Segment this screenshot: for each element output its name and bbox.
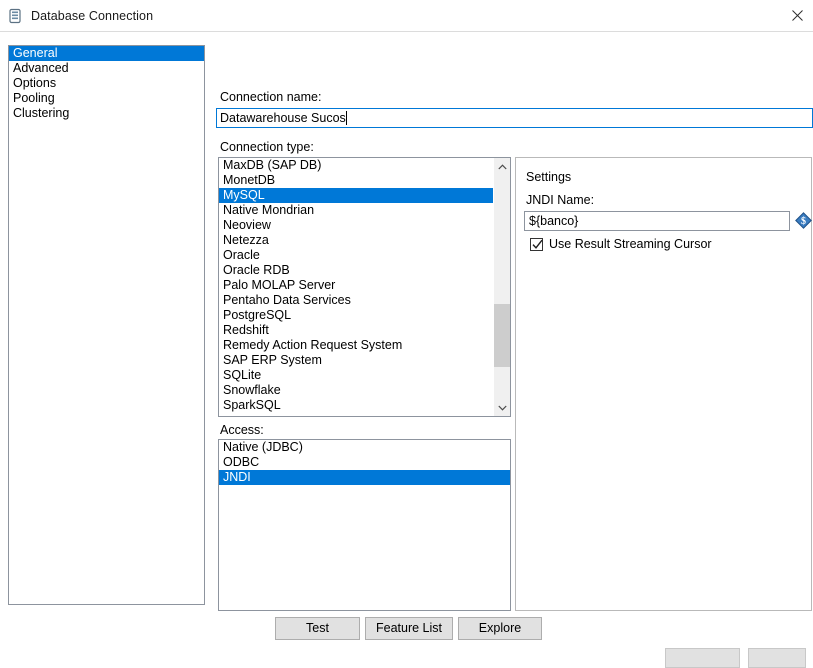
connection-type-item-label: Oracle xyxy=(223,248,260,262)
access-label: Access: xyxy=(220,423,264,437)
connection-type-item[interactable]: PostgreSQL xyxy=(219,308,493,323)
access-item[interactable]: ODBC xyxy=(219,455,510,470)
connection-type-item[interactable]: Snowflake xyxy=(219,383,493,398)
connection-type-label: Connection type: xyxy=(220,140,314,154)
connection-name-label: Connection name: xyxy=(220,90,322,104)
connection-type-item[interactable]: Native Mondrian xyxy=(219,203,493,218)
connection-type-item[interactable]: MaxDB (SAP DB) xyxy=(219,158,493,173)
connection-type-item-label: SAP ERP System xyxy=(223,353,322,367)
connection-type-item-label: MaxDB (SAP DB) xyxy=(223,158,322,172)
checkbox-box[interactable] xyxy=(530,237,543,251)
sidebar-item-label: Clustering xyxy=(13,106,70,120)
connection-type-item-label: Palo MOLAP Server xyxy=(223,278,336,292)
sidebar-item-pooling[interactable]: Pooling xyxy=(9,91,204,106)
connection-type-item[interactable]: Redshift xyxy=(219,323,493,338)
connection-type-item-label: SQLite xyxy=(223,368,262,382)
use-result-streaming-cursor-checkbox[interactable]: Use Result Streaming Cursor xyxy=(524,236,712,252)
connection-type-item-label: Neoview xyxy=(223,218,271,232)
dialog-button-clipped-2[interactable] xyxy=(748,648,806,668)
general-panel: Connection name: Connection type: MaxDB … xyxy=(216,45,813,611)
connection-type-item[interactable]: Pentaho Data Services xyxy=(219,293,493,308)
svg-text:$: $ xyxy=(801,216,806,227)
connection-type-item[interactable]: SAP ERP System xyxy=(219,353,493,368)
variable-dollar-icon[interactable]: $ xyxy=(795,212,812,229)
access-listbox[interactable]: Native (JDBC) ODBC JNDI xyxy=(218,439,511,611)
settings-category-list[interactable]: General Advanced Options Pooling Cluster… xyxy=(8,45,205,605)
connection-type-item[interactable]: MySQL xyxy=(219,188,493,203)
connection-type-item-label: Redshift xyxy=(223,323,269,337)
connection-type-item-label: Snowflake xyxy=(223,383,281,397)
connection-type-item-label: MySQL xyxy=(223,188,265,202)
connection-type-item-label: PostgreSQL xyxy=(223,308,292,322)
connection-type-item-label: Netezza xyxy=(223,233,269,247)
jndi-name-input[interactable] xyxy=(524,211,790,231)
sidebar-item-clustering[interactable]: Clustering xyxy=(9,106,204,121)
connection-type-item[interactable]: SQLite xyxy=(219,368,493,383)
connection-type-item[interactable]: Remedy Action Request System xyxy=(219,338,493,353)
access-item[interactable]: JNDI xyxy=(219,470,510,485)
scroll-down-icon[interactable] xyxy=(494,399,510,416)
window-title: Database Connection xyxy=(31,8,154,23)
access-item[interactable]: Native (JDBC) xyxy=(219,440,510,455)
feature-list-button[interactable]: Feature List xyxy=(365,617,453,640)
action-button-bar: Test Feature List Explore xyxy=(0,617,813,641)
connection-type-item-label: Native Mondrian xyxy=(223,203,315,217)
connection-name-input[interactable] xyxy=(216,108,813,128)
connection-type-item-label: Pentaho Data Services xyxy=(223,293,351,307)
connection-type-listbox[interactable]: MaxDB (SAP DB) MonetDB MySQL Native Mondria… xyxy=(218,157,511,417)
settings-group: Settings JNDI Name: $ Use Result Streami… xyxy=(515,157,812,611)
sidebar-item-options[interactable]: Options xyxy=(9,76,204,91)
connection-type-item-label: SparkSQL xyxy=(223,398,281,412)
connection-type-item[interactable]: SparkSQL xyxy=(219,398,493,413)
connection-type-item[interactable]: Palo MOLAP Server xyxy=(219,278,493,293)
sidebar-item-label: Pooling xyxy=(13,91,55,105)
window-titlebar: Database Connection xyxy=(0,0,813,32)
connection-type-item[interactable]: MonetDB xyxy=(219,173,493,188)
sidebar-item-label: Options xyxy=(13,76,57,90)
connection-type-item[interactable]: Oracle RDB xyxy=(219,263,493,278)
test-button[interactable]: Test xyxy=(275,617,360,640)
scrollbar-thumb[interactable] xyxy=(494,304,510,367)
connection-type-item[interactable]: Neoview xyxy=(219,218,493,233)
connection-type-item-label: MonetDB xyxy=(223,173,276,187)
sidebar-item-label: Advanced xyxy=(13,61,69,75)
jndi-name-label: JNDI Name: xyxy=(526,193,595,207)
checkbox-label: Use Result Streaming Cursor xyxy=(549,237,712,251)
connection-type-item-label: Remedy Action Request System xyxy=(223,338,403,352)
explore-button[interactable]: Explore xyxy=(458,617,542,640)
access-item-label: JNDI xyxy=(223,470,251,484)
text-cursor xyxy=(345,111,347,125)
connection-type-item[interactable]: Netezza xyxy=(219,233,493,248)
dialog-button-clipped-1[interactable] xyxy=(665,648,740,668)
database-icon xyxy=(7,8,23,24)
connection-type-item[interactable]: Oracle xyxy=(219,248,493,263)
connection-type-item-label: Oracle RDB xyxy=(223,263,290,277)
sidebar-item-label: General xyxy=(13,46,58,60)
scroll-up-icon[interactable] xyxy=(494,158,510,175)
access-item-label: ODBC xyxy=(223,455,260,469)
settings-group-title: Settings xyxy=(526,170,572,184)
sidebar-item-general[interactable]: General xyxy=(9,46,204,61)
sidebar-item-advanced[interactable]: Advanced xyxy=(9,61,204,76)
connection-type-scrollbar[interactable] xyxy=(493,158,510,416)
close-icon[interactable] xyxy=(781,0,813,30)
access-item-label: Native (JDBC) xyxy=(223,440,303,454)
